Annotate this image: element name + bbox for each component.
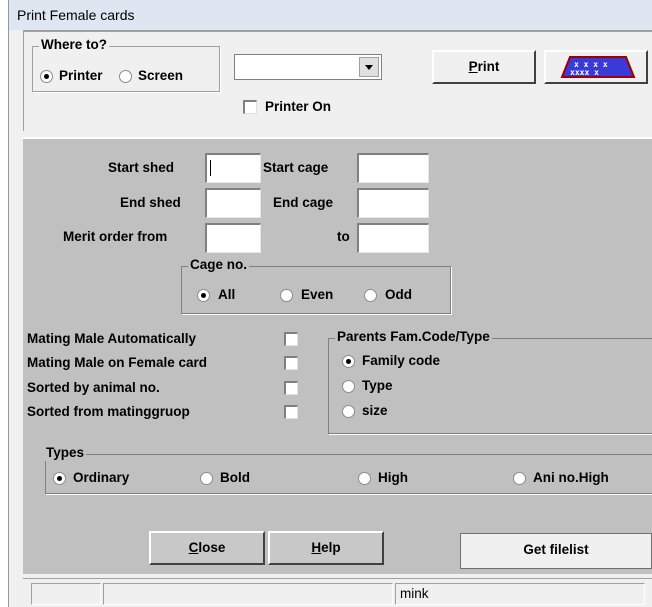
bold-radio[interactable] <box>200 472 213 485</box>
status-pane-3: mink <box>395 583 645 605</box>
print-button[interactable]: Print <box>432 50 536 84</box>
option-label-1[interactable]: Mating Male on Female card <box>27 355 271 371</box>
merit-to-input[interactable] <box>357 223 429 253</box>
start-shed-label: Start shed <box>108 160 175 175</box>
merit-order-from-label: Merit order from <box>63 229 168 244</box>
printer-pattern-button[interactable]: x x x x xxxx x <box>544 50 648 84</box>
cage-all-label[interactable]: All <box>218 287 235 303</box>
end-cage-input[interactable] <box>357 188 429 218</box>
screen-radio-label[interactable]: Screen <box>138 68 183 84</box>
chevron-down-icon <box>365 65 373 70</box>
window-title: Print Female cards <box>17 7 135 23</box>
close-button-accel: C <box>188 540 199 555</box>
start-cage-label: Start cage <box>263 160 329 175</box>
bold-label[interactable]: Bold <box>220 470 250 486</box>
print-button-label: rint <box>477 59 500 74</box>
end-cage-label: End cage <box>273 195 334 210</box>
types-caption: Types <box>44 445 87 461</box>
cage-odd-radio[interactable] <box>364 289 377 302</box>
screen-radio[interactable] <box>119 70 132 83</box>
where-to-caption: Where to? <box>39 37 109 53</box>
status-pane-2 <box>103 583 393 605</box>
dropdown-arrow-button[interactable] <box>359 57 379 77</box>
printer-radio-dot <box>44 74 49 79</box>
help-button-label: elp <box>321 540 341 555</box>
ordinary-radio-dot <box>57 476 62 481</box>
cage-even-radio[interactable] <box>280 289 293 302</box>
size-radio[interactable] <box>342 405 355 418</box>
help-button[interactable]: Help <box>268 531 384 565</box>
start-cage-input[interactable] <box>357 153 429 183</box>
top-panel: Where to? Printer Screen Printer On Prin… <box>23 30 652 131</box>
status-pane-3-text: mink <box>400 586 429 601</box>
start-shed-input[interactable] <box>205 153 261 183</box>
destination-select[interactable] <box>234 54 382 80</box>
title-bar: Print Female cards <box>9 0 652 30</box>
option-checkbox-3[interactable] <box>284 405 298 419</box>
ani-no-high-label[interactable]: Ani no.High <box>533 470 609 486</box>
high-label[interactable]: High <box>378 470 408 486</box>
family-code-label[interactable]: Family code <box>362 353 440 369</box>
get-filelist-label: Get filelist <box>523 542 589 557</box>
option-label-2[interactable]: Sorted by animal no. <box>27 380 160 396</box>
printer-radio[interactable] <box>40 70 53 83</box>
parents-caption: Parents Fam.Code/Type <box>335 329 492 345</box>
option-label-3[interactable]: Sorted from matinggruop <box>27 404 190 420</box>
cage-all-radio[interactable] <box>197 289 210 302</box>
printer-on-checkbox[interactable] <box>243 100 257 114</box>
close-button[interactable]: Close <box>149 531 265 565</box>
family-code-radio-dot <box>346 359 351 364</box>
size-label[interactable]: size <box>362 403 388 419</box>
svg-text:xxxx x: xxxx x <box>570 68 599 77</box>
status-bar: mink <box>23 578 652 607</box>
close-button-label: lose <box>198 540 226 555</box>
print-button-accel: P <box>468 59 478 74</box>
end-shed-label: End shed <box>120 195 181 210</box>
type-label[interactable]: Type <box>362 378 393 394</box>
printer-pattern-icon: x x x x xxxx x <box>560 56 636 78</box>
ani-no-high-radio[interactable] <box>513 472 526 485</box>
option-checkbox-0[interactable] <box>284 332 298 346</box>
help-button-accel: H <box>311 540 322 555</box>
cage-no-caption: Cage no. <box>188 257 250 273</box>
to-label: to <box>337 229 350 244</box>
cage-odd-label[interactable]: Odd <box>385 287 412 303</box>
ordinary-label[interactable]: Ordinary <box>73 470 129 486</box>
end-shed-input[interactable] <box>205 188 261 218</box>
text-cursor <box>210 160 211 176</box>
high-radio[interactable] <box>358 472 371 485</box>
family-code-radio[interactable] <box>342 355 355 368</box>
option-checkbox-2[interactable] <box>284 381 298 395</box>
options-panel: Start shed End shed Merit order from Sta… <box>23 137 652 574</box>
cage-even-label[interactable]: Even <box>301 287 333 303</box>
option-label-0[interactable]: Mating Male Automatically <box>27 331 265 347</box>
merit-from-input[interactable] <box>205 223 261 253</box>
printer-radio-label[interactable]: Printer <box>59 68 103 84</box>
status-pane-1 <box>31 583 101 605</box>
ordinary-radio[interactable] <box>53 472 66 485</box>
printer-on-label[interactable]: Printer On <box>265 99 331 115</box>
cage-all-radio-dot <box>201 293 206 298</box>
option-checkbox-1[interactable] <box>284 356 298 370</box>
print-female-cards-window: Print Female cards Where to? Printer Scr… <box>8 0 652 607</box>
get-filelist-button[interactable]: Get filelist <box>460 533 652 569</box>
type-radio[interactable] <box>342 380 355 393</box>
